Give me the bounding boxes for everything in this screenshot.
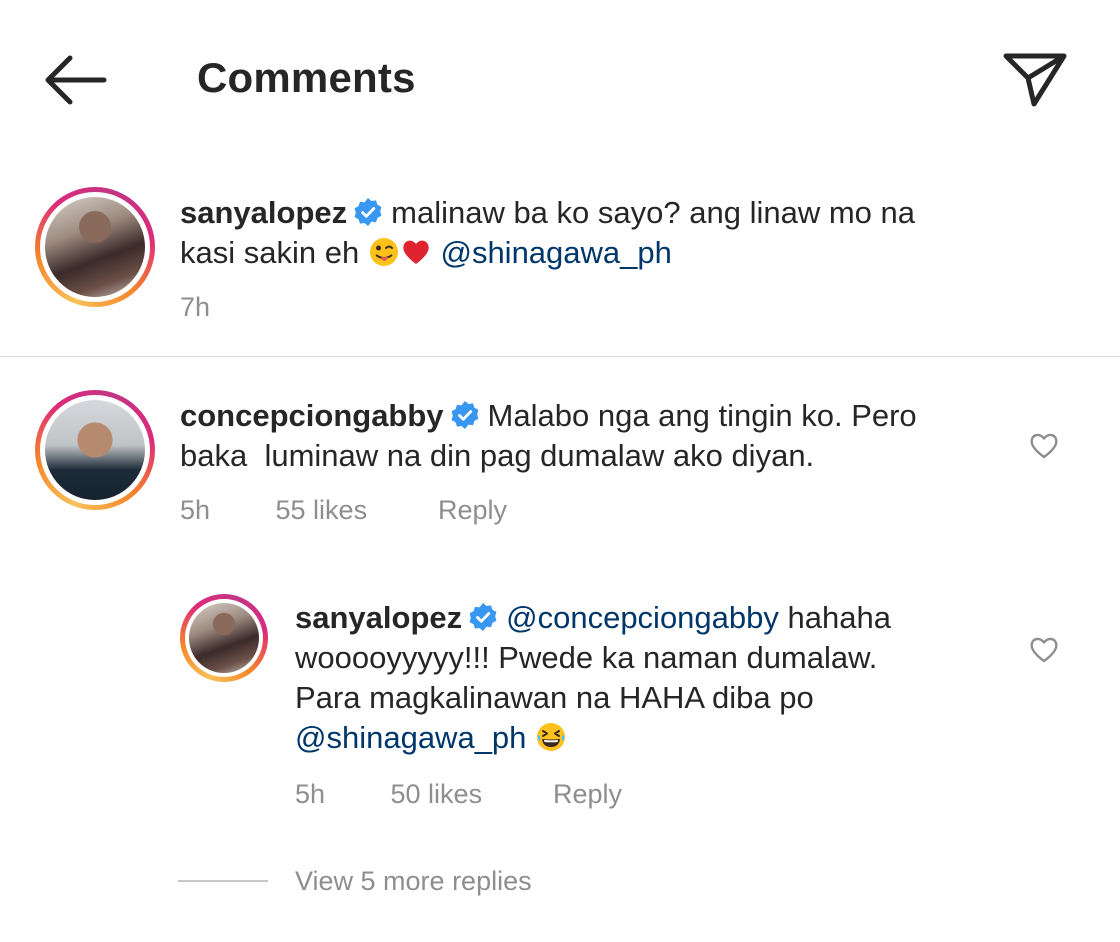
view-more-replies-button[interactable]: View 5 more replies	[295, 866, 532, 897]
reply-text: sanyalopez @concepciongabby hahaha wooooy…	[295, 598, 1015, 758]
reply-line-1: sanyalopez @concepciongabby hahaha	[295, 598, 1015, 638]
comment-username[interactable]: concepciongabby	[180, 398, 444, 433]
avatar-photo	[45, 197, 145, 297]
caption-text-line-2: kasi sakin eh	[180, 235, 360, 270]
divider	[0, 356, 1120, 357]
verified-badge-icon	[354, 198, 382, 226]
page-title: Comments	[197, 54, 416, 101]
caption-meta: 7h	[180, 292, 210, 323]
reply-reply-button[interactable]: Reply	[553, 779, 622, 810]
reply-text-line-3: Para magkalinawan na HAHA diba po	[295, 680, 814, 715]
comment-timestamp: 5h	[180, 495, 211, 525]
caption-text: sanyalopez malinaw ba ko sayo? ang linaw …	[180, 193, 1080, 273]
reply-likes[interactable]: 50 likes	[391, 779, 546, 810]
caption-line-1: sanyalopez malinaw ba ko sayo? ang linaw …	[180, 193, 1080, 233]
avatar[interactable]	[180, 594, 268, 682]
comment-reply-button[interactable]: Reply	[438, 495, 507, 526]
caption-mention[interactable]: @shinagawa_ph	[440, 235, 671, 270]
comment-text-line-2: baka luminaw na din pag dumalaw ako diya…	[180, 438, 815, 473]
reply-meta: 5h 50 likes Reply	[295, 779, 622, 810]
reply-text-line-2: wooooyyyyy!!! Pwede ka naman dumalaw.	[295, 640, 878, 675]
share-button[interactable]	[1000, 48, 1070, 110]
caption-line-2: kasi sakin eh @shinagawa_ph	[180, 233, 1080, 273]
comment-meta: 5h 55 likes Reply	[180, 495, 507, 526]
reply-mention[interactable]: @shinagawa_ph	[295, 720, 526, 755]
like-heart-icon[interactable]	[1028, 430, 1060, 460]
reply-timestamp: 5h	[295, 779, 326, 809]
reply-line-3: Para magkalinawan na HAHA diba po	[295, 678, 1015, 718]
red-heart-emoji	[403, 240, 429, 264]
avatar[interactable]	[35, 390, 155, 510]
caption-username[interactable]: sanyalopez	[180, 195, 347, 230]
reply-text-line-1: hahaha	[787, 600, 891, 635]
comment-text-line-1: Malabo nga ang tingin ko. Pero	[487, 398, 917, 433]
reply-mention[interactable]: @concepciongabby	[506, 600, 779, 635]
verified-badge-icon	[451, 401, 478, 429]
caption-text-line-1: malinaw ba ko sayo? ang linaw mo na	[391, 195, 915, 230]
winking-tongue-emoji	[369, 238, 398, 266]
paper-plane-icon	[1003, 53, 1067, 107]
arrow-left-icon	[45, 55, 107, 105]
header-bar: Comments	[0, 0, 1120, 160]
back-button[interactable]	[40, 50, 112, 110]
reply-username[interactable]: sanyalopez	[295, 600, 462, 635]
caption-timestamp: 7h	[180, 292, 211, 322]
comment-line-1: concepciongabby Malabo nga ang tingin ko.…	[180, 396, 1010, 436]
reply-line-4: @shinagawa_ph	[295, 718, 1015, 758]
verified-badge-icon	[469, 603, 497, 631]
view-more-line	[178, 880, 268, 882]
grinning-squinting-emoji	[537, 723, 566, 751]
avatar-photo	[189, 603, 259, 673]
reply-line-2: wooooyyyyy!!! Pwede ka naman dumalaw.	[295, 638, 1015, 678]
comment-text: concepciongabby Malabo nga ang tingin ko.…	[180, 396, 1010, 476]
avatar[interactable]	[35, 187, 155, 307]
avatar-photo	[45, 400, 145, 500]
like-heart-icon[interactable]	[1028, 634, 1060, 664]
comment-line-2: baka luminaw na din pag dumalaw ako diya…	[180, 436, 1010, 476]
comment-likes[interactable]: 55 likes	[276, 495, 431, 526]
